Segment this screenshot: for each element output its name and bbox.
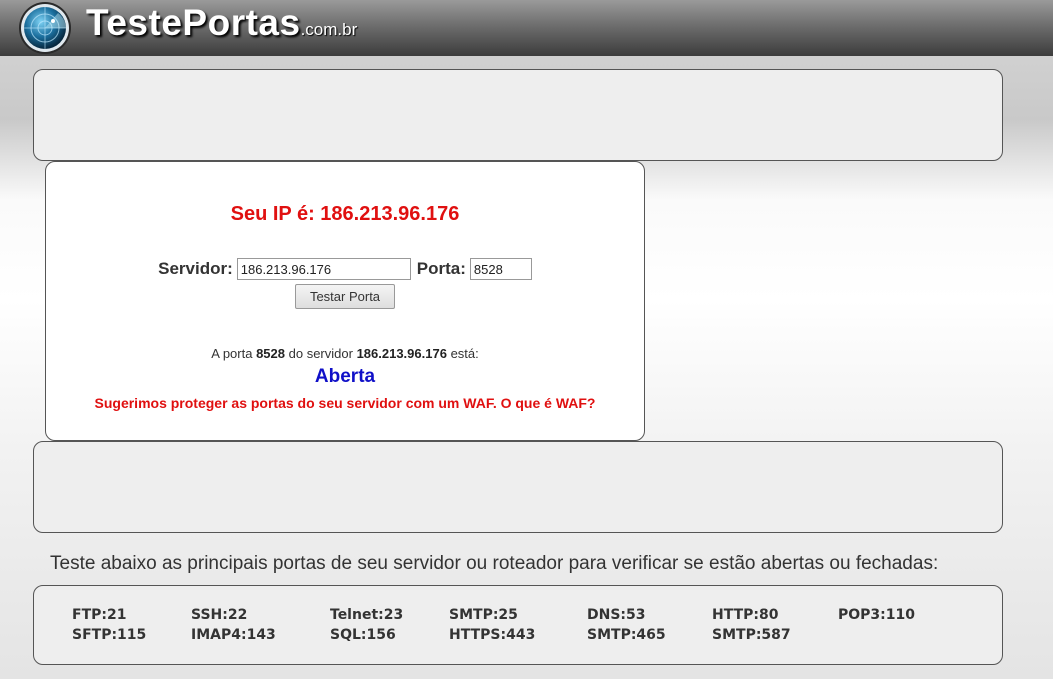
result-line: A porta 8528 do servidor 186.213.96.176 … [46, 346, 644, 361]
server-input[interactable] [236, 258, 411, 280]
port-link-dns[interactable]: DNS:53 [587, 607, 646, 623]
ports-intro: Teste abaixo as principais portas de seu… [50, 553, 939, 574]
ad-banner-top [33, 69, 1003, 161]
waf-link[interactable]: Sugerimos proteger as portas do seu serv… [46, 395, 644, 411]
port-link-https[interactable]: HTTPS:443 [449, 627, 535, 643]
port-test-panel: Seu IP é: 186.213.96.176 Servidor: Porta… [45, 161, 645, 441]
port-link-pop3[interactable]: POP3:110 [838, 607, 915, 623]
result-prefix: A porta [211, 346, 253, 361]
common-ports-box: FTP:21 SSH:22 Telnet:23 SMTP:25 DNS:53 H… [33, 585, 1003, 665]
result-port: 8528 [256, 346, 285, 361]
port-input[interactable] [469, 258, 532, 280]
result-server: 186.213.96.176 [356, 346, 447, 361]
port-label: Porta: [416, 259, 466, 278]
port-link-http[interactable]: HTTP:80 [712, 607, 778, 623]
site-header: TestePortas.com.br [0, 0, 1053, 56]
port-link-smtp-25[interactable]: SMTP:25 [449, 607, 518, 623]
port-status: Aberta [314, 366, 376, 387]
port-link-imap4[interactable]: IMAP4:143 [191, 627, 276, 643]
radar-globe-icon[interactable] [18, 1, 72, 55]
port-link-ssh[interactable]: SSH:22 [191, 607, 247, 623]
logo-text: TestePortas [86, 2, 301, 43]
test-port-button[interactable]: Testar Porta [295, 284, 395, 309]
result-middle: do servidor [288, 346, 353, 361]
port-link-ftp[interactable]: FTP:21 [72, 607, 126, 623]
port-link-sftp[interactable]: SFTP:115 [72, 627, 146, 643]
port-link-smtp-465[interactable]: SMTP:465 [587, 627, 666, 643]
ip-title: Seu IP é: 186.213.96.176 [230, 203, 460, 225]
result-suffix: está: [450, 346, 479, 361]
port-link-sql[interactable]: SQL:156 [330, 627, 396, 643]
ad-banner-bottom [33, 441, 1003, 533]
site-logo[interactable]: TestePortas.com.br [86, 2, 357, 44]
port-link-smtp-587[interactable]: SMTP:587 [712, 627, 791, 643]
port-link-telnet[interactable]: Telnet:23 [330, 607, 403, 623]
test-form: Servidor: Porta: [46, 256, 644, 282]
server-label: Servidor: [158, 259, 233, 278]
logo-suffix: .com.br [300, 20, 358, 39]
